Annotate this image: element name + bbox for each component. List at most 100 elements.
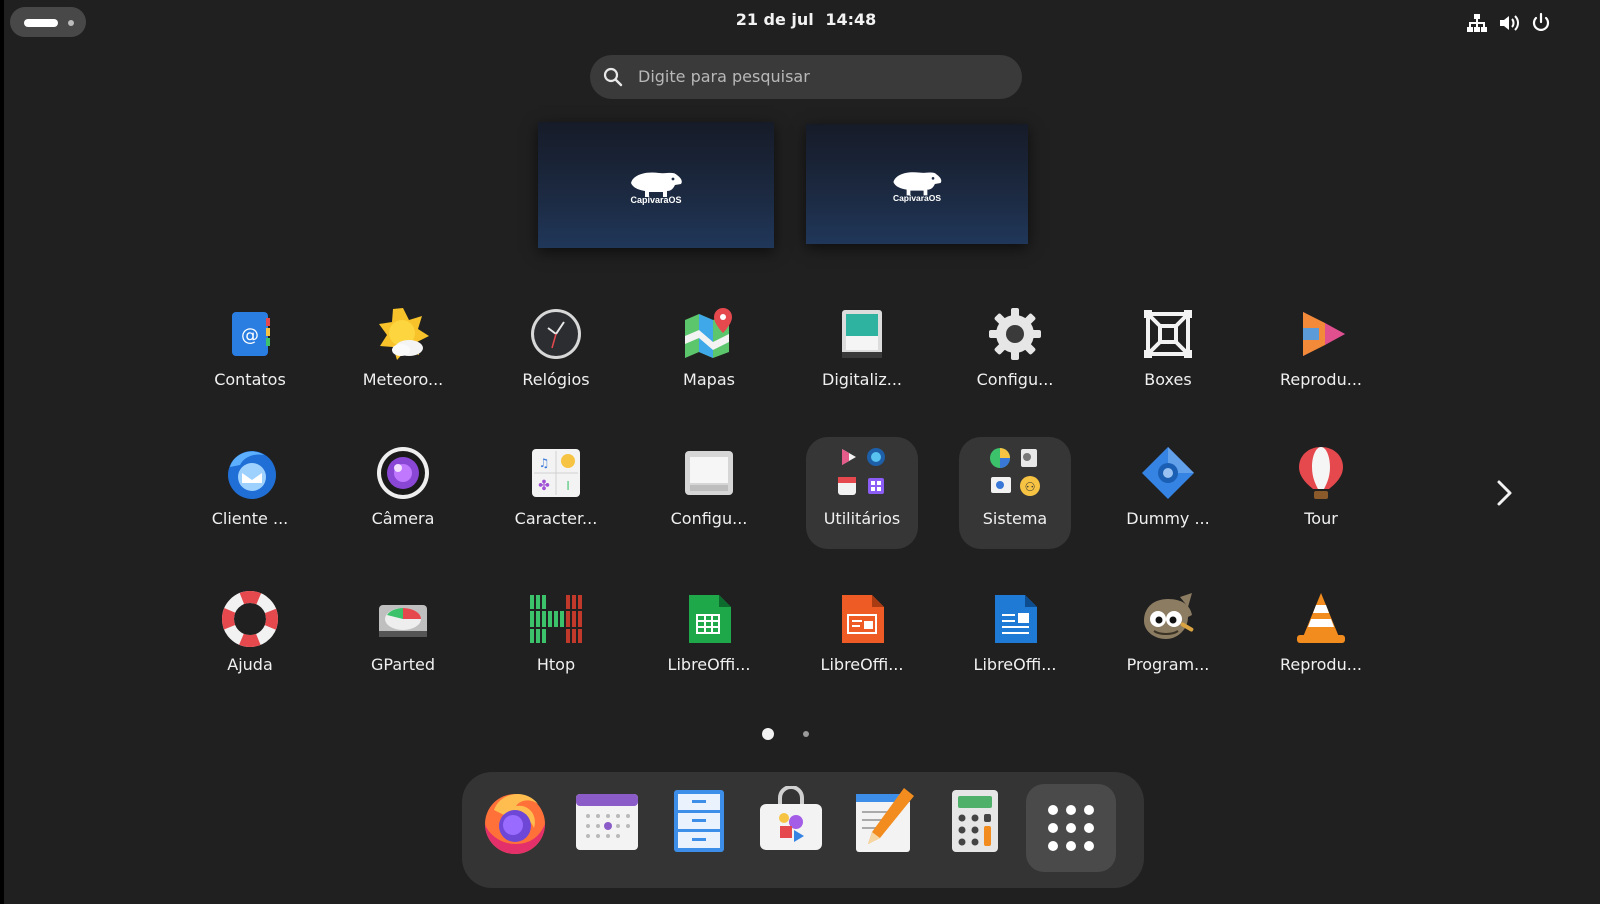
clock-date: 21 de jul (735, 10, 814, 29)
utilities-folder-icon (838, 448, 885, 495)
app-configuracoes[interactable]: Configu... (959, 298, 1071, 410)
active-workspace-indicator (24, 19, 58, 27)
app-label: Htop (536, 655, 576, 674)
app-vlc[interactable]: Reprodu... (1265, 583, 1377, 695)
tour-balloon-icon (1299, 447, 1343, 499)
text-editor-icon[interactable] (848, 786, 918, 856)
gear-icon (989, 308, 1041, 360)
weather-icon (379, 308, 429, 360)
app-gparted[interactable]: GParted (347, 583, 459, 695)
help-lifebuoy-icon (222, 591, 278, 647)
app-boxes[interactable]: Boxes (1112, 298, 1224, 410)
app-camera[interactable]: Câmera (347, 437, 459, 549)
workspace-logo-text: CapivaraOS (893, 193, 941, 203)
app-label: LibreOffi... (973, 655, 1057, 674)
search-entry[interactable]: Digite para pesquisar (590, 55, 1022, 99)
show-apps-icon (1048, 805, 1094, 851)
app-dummy[interactable]: Dummy ... (1112, 437, 1224, 549)
network-icon[interactable] (1466, 12, 1488, 34)
app-label: Dummy ... (1126, 509, 1210, 528)
app-label: Câmera (371, 509, 435, 528)
calculator-icon[interactable] (940, 786, 1010, 856)
thunderbird-icon (228, 451, 276, 499)
app-label: Meteoro... (362, 370, 444, 389)
app-label: Configu... (670, 509, 748, 528)
svg-text:✤: ✤ (538, 478, 550, 494)
workspace-thumbnail-1[interactable]: CapivaraOS (538, 122, 774, 248)
capivaraos-logo: CapivaraOS (630, 172, 682, 205)
gimp-icon (1144, 593, 1194, 639)
camera-icon (377, 447, 429, 499)
video-player-icon (1303, 312, 1345, 356)
app-relogios[interactable]: Relógios (500, 298, 612, 410)
next-page-chevron-icon[interactable] (1488, 476, 1522, 510)
svg-text:@: @ (241, 325, 259, 346)
app-label: Program... (1126, 655, 1210, 674)
libreoffice-calc-icon (689, 595, 731, 643)
software-icon[interactable] (756, 786, 826, 856)
svg-text:ا: ا (566, 479, 569, 493)
volume-icon[interactable] (1498, 12, 1520, 34)
app-libreoffice-impress[interactable]: LibreOffi... (806, 583, 918, 695)
app-label: Sistema (982, 509, 1048, 528)
app-cliente-email[interactable]: Cliente ... (194, 437, 306, 549)
characters-icon: ♫ ✤ ا (532, 449, 580, 497)
app-digitalizador[interactable]: Digitaliz... (806, 298, 918, 410)
app-label: Utilitários (823, 509, 901, 528)
app-meteorologia[interactable]: Meteoro... (347, 298, 459, 410)
app-label: Contatos (214, 370, 286, 389)
workspace-logo-text: CapivaraOS (630, 195, 681, 205)
dummy-icon (1142, 447, 1194, 499)
app-mapas[interactable]: Mapas (653, 298, 765, 410)
power-icon[interactable] (1530, 12, 1552, 34)
folder-utilitarios[interactable]: Utilitários (806, 437, 918, 549)
maps-icon (685, 308, 732, 358)
clock-time: 14:48 (825, 10, 877, 29)
activities-button[interactable] (10, 7, 86, 37)
app-ajuda[interactable]: Ajuda (194, 583, 306, 695)
workspace-thumbnail-2[interactable]: CapivaraOS (806, 124, 1028, 244)
app-label: LibreOffi... (667, 655, 751, 674)
app-label: Cliente ... (211, 509, 289, 528)
app-libreoffice-writer[interactable]: LibreOffi... (959, 583, 1071, 695)
app-tour[interactable]: Tour (1265, 437, 1377, 549)
app-contatos[interactable]: @ Contatos (194, 298, 306, 410)
app-label: Reprodu... (1280, 655, 1362, 674)
vlc-icon (1297, 593, 1345, 643)
firefox-icon[interactable] (480, 786, 550, 856)
overview-screen: 21 de jul 14:48 Digite para pesquisar Ca… (4, 0, 1600, 904)
capivaraos-logo: CapivaraOS (893, 172, 941, 203)
system-folder-icon: ⚇ (990, 448, 1040, 496)
app-label: GParted (371, 655, 435, 674)
app-label: Reprodu... (1280, 370, 1362, 389)
app-htop[interactable]: Htop (500, 583, 612, 695)
clocks-icon (531, 309, 581, 359)
page-indicator-1-active[interactable] (762, 728, 774, 740)
htop-icon (530, 595, 582, 643)
app-label: Tour (1304, 509, 1338, 528)
files-icon[interactable] (664, 786, 734, 856)
search-icon (603, 67, 623, 87)
app-caracteres[interactable]: ♫ ✤ ا Caracter... (500, 437, 612, 549)
clock[interactable]: 21 de jul 14:48 (704, 10, 908, 29)
top-bar: 21 de jul 14:48 (4, 0, 1600, 42)
calendar-icon[interactable] (572, 786, 642, 856)
search-placeholder: Digite para pesquisar (638, 67, 810, 86)
app-label: Digitaliz... (822, 370, 902, 389)
app-gimp[interactable]: Program... (1112, 583, 1224, 695)
contacts-icon: @ (232, 312, 270, 356)
boxes-icon (1144, 310, 1192, 358)
page-indicator-2[interactable] (803, 731, 809, 737)
app-reprodutor-video[interactable]: Reprodu... (1265, 298, 1377, 410)
show-apps-button[interactable] (1026, 784, 1116, 872)
scanner-icon (842, 310, 882, 358)
app-configuracoes-ajustes[interactable]: Configu... (653, 437, 765, 549)
app-label: Mapas (683, 370, 735, 389)
libreoffice-writer-icon (995, 595, 1037, 643)
app-libreoffice-calc[interactable]: LibreOffi... (653, 583, 765, 695)
app-label: Relógios (522, 370, 590, 389)
svg-text:⚇: ⚇ (1025, 480, 1036, 494)
app-label: LibreOffi... (820, 655, 904, 674)
dock (462, 772, 1144, 888)
folder-sistema[interactable]: ⚇ Sistema (959, 437, 1071, 549)
